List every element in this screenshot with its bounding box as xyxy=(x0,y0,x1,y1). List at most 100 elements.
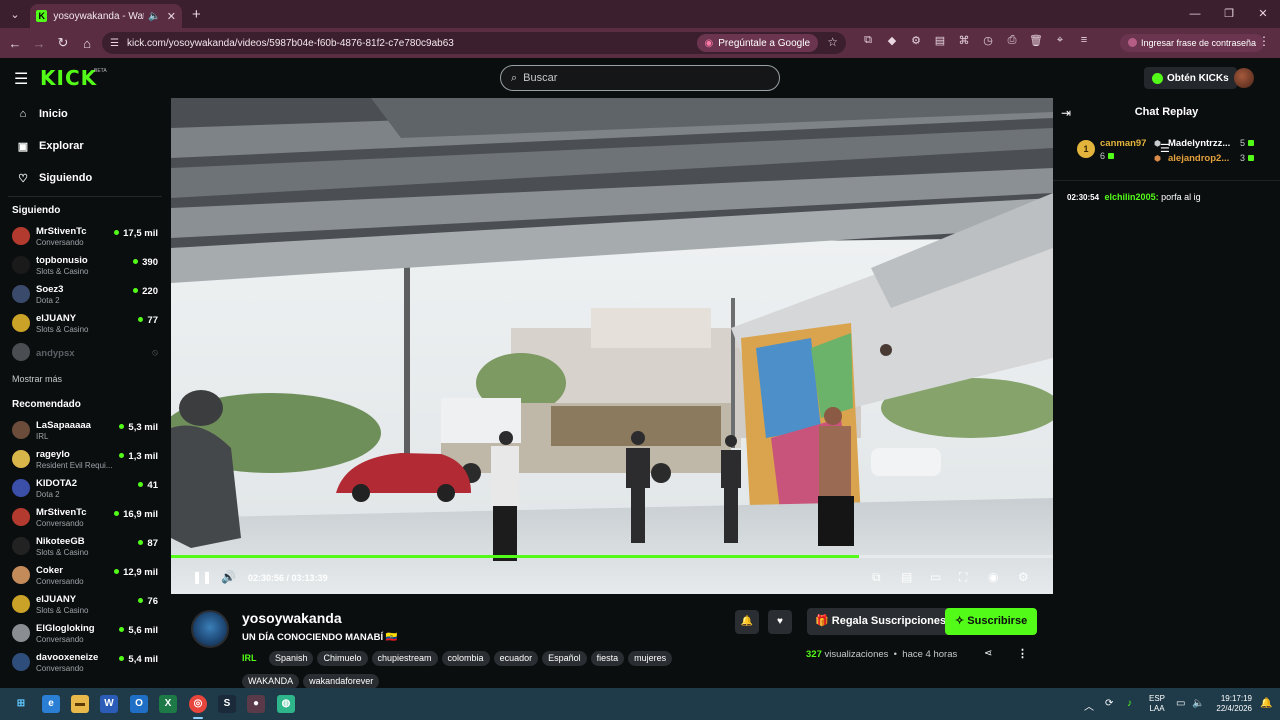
clip-icon[interactable]: ▤ xyxy=(901,570,912,584)
omnibox[interactable]: ☰ kick.com/yosoywakanda/videos/5987b04e-… xyxy=(102,32,846,54)
clock[interactable]: 19:17:19 22/4/2026 xyxy=(1212,694,1252,714)
share-icon[interactable]: ⋖ xyxy=(984,648,992,659)
window-close-icon[interactable]: ✕ xyxy=(1246,0,1280,28)
recommended-channel[interactable]: rageylo Resident Evil Requi... 1,3 mil xyxy=(0,445,170,474)
pause-icon[interactable]: ❚❚ xyxy=(192,570,212,584)
nav-home[interactable]: ⌂ Inicio xyxy=(0,98,170,130)
streamer-name[interactable]: yosoywakanda xyxy=(242,610,342,626)
get-kicks-button[interactable]: Obtén KICKs xyxy=(1144,67,1237,89)
mic-icon[interactable]: ♪ xyxy=(1127,698,1132,709)
search-bar[interactable]: ⌕ xyxy=(500,65,780,91)
streamer-avatar[interactable] xyxy=(191,610,229,648)
language-indicator[interactable]: ESP LAA xyxy=(1149,694,1165,714)
gift-subs-button[interactable]: 🎁 Regala Suscripciones xyxy=(807,608,955,635)
following-channel[interactable]: MrStivenTc Conversando 17,5 mil xyxy=(0,222,170,251)
restore-icon[interactable]: ❐ xyxy=(1212,0,1246,28)
recommended-channel[interactable]: Coker Conversando 12,9 mil xyxy=(0,561,170,590)
stream-tag[interactable]: chupiestream xyxy=(371,651,438,666)
whatsapp-icon[interactable]: ◍ xyxy=(277,695,295,713)
subscribe-button[interactable]: ✧ Suscribirse xyxy=(945,608,1038,635)
tray-sync-icon[interactable]: ⟳ xyxy=(1105,698,1113,709)
reading-list-icon[interactable]: ▤ xyxy=(928,34,952,47)
new-tab-icon[interactable]: + xyxy=(192,6,201,23)
recommended-channel[interactable]: ElGlogloking Conversando 5,6 mil xyxy=(0,619,170,648)
leader-name-3[interactable]: alejandrop2... xyxy=(1168,153,1229,164)
extension-icon[interactable]: ◆ xyxy=(880,34,904,47)
volume-tray-icon[interactable]: 🔈 xyxy=(1192,698,1204,709)
browser-menu-icon[interactable]: ⋮ xyxy=(1258,34,1270,48)
url-text[interactable]: kick.com/yosoywakanda/videos/5987b04e-f6… xyxy=(127,38,454,49)
stream-tag[interactable]: ecuador xyxy=(493,651,539,666)
stream-tag[interactable]: Chimuelo xyxy=(317,651,368,666)
passphrase-button[interactable]: Ingresar frase de contraseña xyxy=(1120,34,1265,52)
close-tab-icon[interactable]: ✕ xyxy=(167,10,176,23)
delete-icon[interactable]: 🗑 xyxy=(1024,34,1048,47)
browser-tab[interactable]: K yosoywakanda - Watch the 🔈 ✕ xyxy=(30,4,182,28)
network-icon[interactable]: ▭ xyxy=(1176,698,1185,709)
edge-icon[interactable]: e xyxy=(42,695,60,713)
recommended-channel[interactable]: NikoteeGB Slots & Casino 87 xyxy=(0,532,170,561)
following-channel[interactable]: andypsx ⦸ xyxy=(0,338,170,367)
user-avatar[interactable] xyxy=(1234,68,1254,88)
chrome-icon[interactable]: ◎ xyxy=(189,695,207,713)
following-channel[interactable]: elJUANY Slots & Casino 77 xyxy=(0,309,170,338)
leader-name-1[interactable]: canman97 xyxy=(1100,138,1146,149)
progress-bar[interactable] xyxy=(171,555,1053,558)
stream-tag[interactable]: wakandaforever xyxy=(303,674,380,689)
stream-tag[interactable]: WAKANDA xyxy=(242,674,300,689)
kick-logo[interactable]: KICK xyxy=(40,66,97,90)
search-input[interactable] xyxy=(523,72,754,84)
recommended-channel[interactable]: MrStivenTc Conversando 16,9 mil xyxy=(0,503,170,532)
ask-google-button[interactable]: ◉ Pregúntale a Google xyxy=(696,34,818,52)
app-icon[interactable]: ● xyxy=(247,695,265,713)
notification-button[interactable]: 🔔 xyxy=(735,610,759,634)
following-channel[interactable]: topbonusio Slots & Casino 390 xyxy=(0,251,170,280)
miniplayer-icon[interactable]: ⧉ xyxy=(872,570,881,585)
forward-icon[interactable]: → xyxy=(27,36,51,51)
location-icon[interactable]: ⌖ xyxy=(1048,34,1072,47)
excel-icon[interactable]: X xyxy=(159,695,177,713)
show-more-link[interactable]: Mostrar más xyxy=(0,367,170,391)
volume-icon[interactable]: 🔊 xyxy=(221,570,236,584)
nav-explore[interactable]: ▣ Explorar xyxy=(0,130,170,162)
stream-tag[interactable]: fiesta xyxy=(590,651,625,666)
notification-bell-icon[interactable]: 🔔 xyxy=(1260,698,1272,709)
nav-following[interactable]: ♡ Siguiendo xyxy=(0,162,170,194)
puzzle-icon[interactable]: ⚙ xyxy=(904,34,928,47)
leader-name-2[interactable]: Madelyntrzz... xyxy=(1168,138,1230,149)
history-icon[interactable]: ◷ xyxy=(976,34,1000,47)
fullscreen-icon[interactable]: ⛶ xyxy=(959,570,967,585)
site-info-icon[interactable]: ☰ xyxy=(110,38,119,49)
windows-start-icon[interactable]: ⊞ xyxy=(12,695,30,713)
recommended-channel[interactable]: elJUANY Slots & Casino 76 xyxy=(0,590,170,619)
tools-icon[interactable]: ⌘ xyxy=(952,34,976,47)
word-icon[interactable]: W xyxy=(100,695,118,713)
back-icon[interactable]: ← xyxy=(3,36,27,51)
filter-icon[interactable]: ☰ xyxy=(1160,142,1170,155)
menu-icon[interactable]: ☰ xyxy=(14,69,28,89)
recommended-channel[interactable]: davooxeneize Conversando 5,4 mil xyxy=(0,648,170,677)
follow-button[interactable]: ♥ xyxy=(768,610,792,634)
settings-icon[interactable]: ⚙ xyxy=(1018,570,1029,584)
category-link[interactable]: IRL xyxy=(242,651,261,666)
speed-icon[interactable]: ◉ xyxy=(988,570,998,584)
stream-tag[interactable]: Spanish xyxy=(268,651,314,666)
minimize-icon[interactable]: — xyxy=(1178,0,1212,28)
media-icon[interactable]: ≡ xyxy=(1072,34,1096,47)
steam-icon[interactable]: S xyxy=(218,695,236,713)
reload-icon[interactable]: ↻ xyxy=(51,35,75,51)
bookmark-star-icon[interactable]: ☆ xyxy=(827,35,838,49)
stream-tag[interactable]: mujeres xyxy=(628,651,673,666)
stream-tag[interactable]: Español xyxy=(542,651,587,666)
outlook-icon[interactable]: O xyxy=(130,695,148,713)
translate-icon[interactable]: ⧉ xyxy=(856,34,880,47)
following-channel[interactable]: Soez3 Dota 2 220 xyxy=(0,280,170,309)
message-user[interactable]: elchilin2005: xyxy=(1105,192,1159,202)
tray-chevron-icon[interactable]: ︿ xyxy=(1084,698,1094,713)
file-explorer-icon[interactable]: ▬ xyxy=(71,695,89,713)
recommended-channel[interactable]: KIDOTA2 Dota 2 41 xyxy=(0,474,170,503)
speaker-icon[interactable]: 🔈 xyxy=(148,11,160,22)
video-player[interactable]: ❚❚ 🔊 02:30:56 / 03:13:39 ⧉ ▤ ▭ ⛶ ◉ ⚙ xyxy=(171,98,1053,594)
more-options-icon[interactable]: ⋮ xyxy=(1017,647,1028,660)
home-browser-icon[interactable]: ⌂ xyxy=(75,36,99,51)
